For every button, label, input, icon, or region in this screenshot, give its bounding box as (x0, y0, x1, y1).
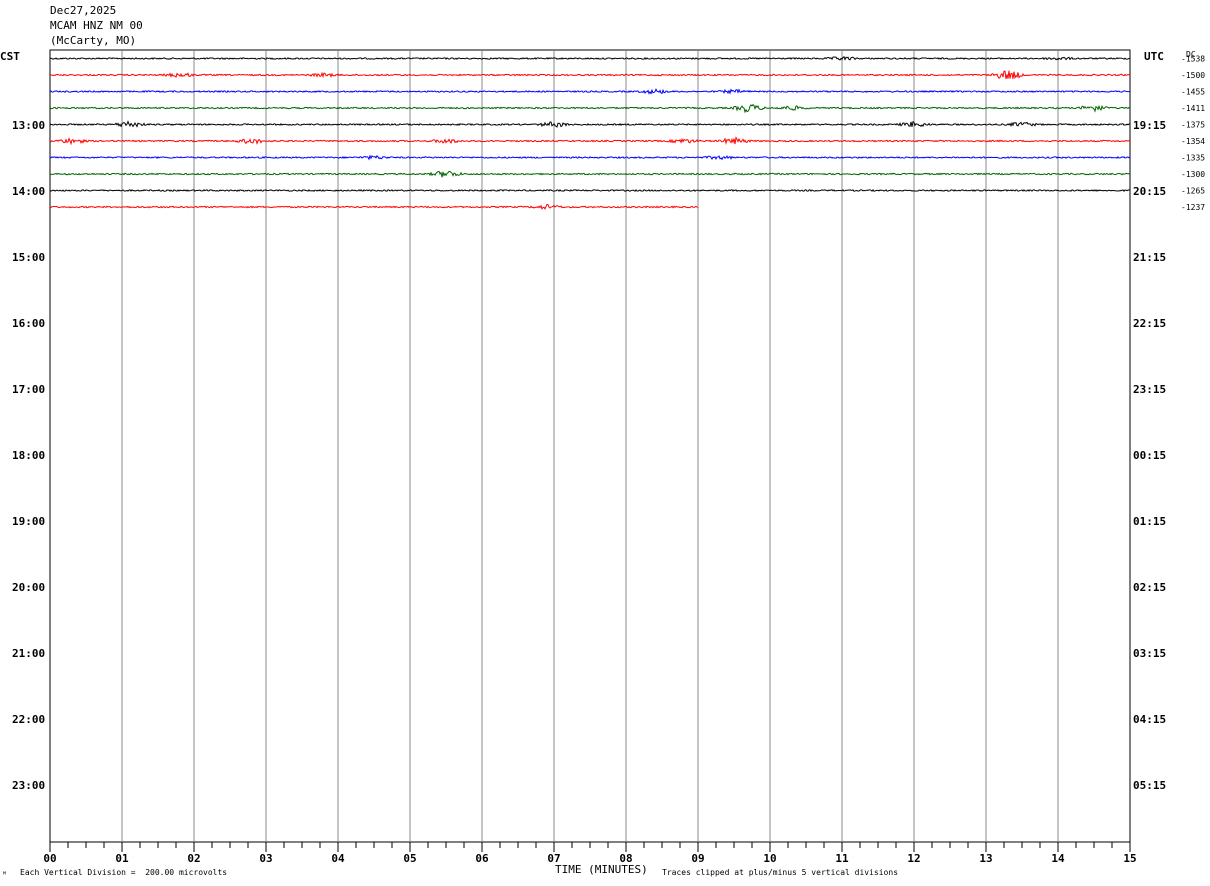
cst-hour-label: 13:00 (12, 119, 45, 132)
trace-dc-label: -1265 (1181, 187, 1205, 196)
x-tick-label: 03 (259, 852, 272, 865)
trace-line (49, 120, 1131, 128)
x-tick-label: 09 (691, 852, 704, 865)
cst-hour-label: 15:00 (12, 251, 45, 264)
plot-frame (49, 49, 1131, 843)
x-tick-label: 13 (979, 852, 992, 865)
x-tick-label: 11 (835, 852, 849, 865)
x-tick-label: 01 (115, 852, 129, 865)
cst-hour-label: 16:00 (12, 317, 45, 330)
utc-hour-label: 19:15 (1133, 119, 1166, 132)
trace-line (49, 204, 699, 210)
cst-hour-label: 21:00 (12, 647, 45, 660)
trace-line (49, 188, 1131, 192)
x-tick-label: 15 (1123, 852, 1136, 865)
x-tick-label: 12 (907, 852, 920, 865)
trace-dc-label: -1335 (1181, 154, 1205, 163)
utc-hour-label: 04:15 (1133, 713, 1166, 726)
seismogram-chart: 00 01 02 03 04 05 06 07 08 09 10 11 12 13 14 1513:0014:… (12, 49, 1205, 865)
cst-hour-label: 14:00 (12, 185, 45, 198)
trace-dc-label: -1300 (1181, 170, 1205, 179)
trace-dc-label: -1237 (1181, 203, 1205, 212)
corner-mark: ᴹ (2, 870, 7, 879)
utc-hour-label: 00:15 (1133, 449, 1166, 462)
trace-line (49, 55, 1131, 61)
clip-note: Traces clipped at plus/minus 5 vertical … (662, 868, 899, 877)
x-tick-label: 14 (1051, 852, 1065, 865)
cst-hour-label: 23:00 (12, 779, 45, 792)
cst-hour-label: 22:00 (12, 713, 45, 726)
x-tick-label: 06 (475, 852, 489, 865)
utc-hour-label: 05:15 (1133, 779, 1166, 792)
utc-hour-label: 02:15 (1133, 581, 1166, 594)
x-tick-label: 10 (763, 852, 776, 865)
utc-hour-label: 20:15 (1133, 185, 1166, 198)
trace-dc-label: -1411 (1181, 104, 1205, 113)
x-tick-label: 02 (187, 852, 200, 865)
utc-hour-label: 22:15 (1133, 317, 1166, 330)
x-axis-title: TIME (MINUTES) (555, 863, 648, 876)
x-tick-label: 04 (331, 852, 345, 865)
utc-hour-label: 21:15 (1133, 251, 1166, 264)
trace-dc-label: -1354 (1181, 137, 1205, 146)
cst-hour-label: 19:00 (12, 515, 45, 528)
utc-hour-label: 03:15 (1133, 647, 1166, 660)
x-tick-label: 05 (403, 852, 416, 865)
cst-hour-label: 17:00 (12, 383, 45, 396)
utc-hour-label: 23:15 (1133, 383, 1166, 396)
trace-line (49, 103, 1131, 114)
trace-dc-label: -1538 (1181, 55, 1205, 64)
cst-hour-label: 18:00 (12, 449, 45, 462)
scale-note: Each Vertical Division = 200.00 microvol… (20, 868, 228, 877)
cst-hour-label: 20:00 (12, 581, 45, 594)
trace-line (49, 136, 1131, 146)
utc-hour-label: 01:15 (1133, 515, 1166, 528)
trace-line (49, 88, 1131, 95)
trace-line (49, 170, 1131, 178)
x-tick-label: 00 (43, 852, 56, 865)
trace-dc-label: -1455 (1181, 88, 1205, 97)
trace-line (49, 70, 1131, 80)
trace-line (49, 154, 1131, 161)
trace-dc-label: -1375 (1181, 121, 1205, 130)
trace-dc-label: -1500 (1181, 71, 1205, 80)
